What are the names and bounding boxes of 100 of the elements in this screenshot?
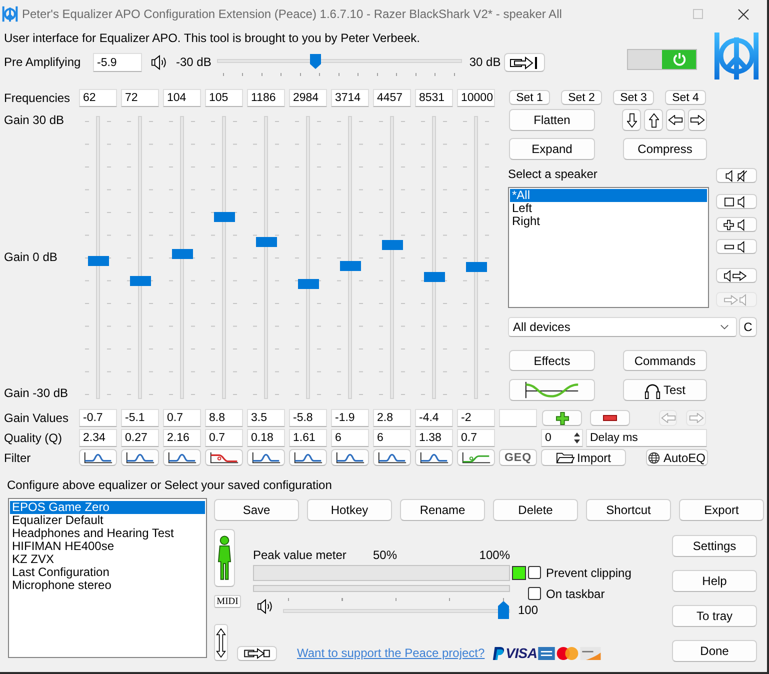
pre-amp-slider[interactable] bbox=[217, 53, 462, 77]
quality-field[interactable]: 2.34 bbox=[79, 429, 117, 447]
frequency-field[interactable]: 10000 bbox=[457, 89, 495, 107]
checkbox[interactable] bbox=[528, 566, 541, 579]
gain-field[interactable]: 0.7 bbox=[163, 409, 201, 427]
spin-arrows-icon[interactable] bbox=[573, 431, 581, 445]
up-down-arrow-button[interactable] bbox=[214, 624, 228, 661]
frequency-field[interactable]: 4457 bbox=[373, 89, 411, 107]
person-button[interactable] bbox=[214, 529, 235, 587]
slider-thumb[interactable] bbox=[172, 249, 193, 260]
filter-button[interactable] bbox=[247, 449, 285, 466]
midi-button[interactable]: MIDI bbox=[214, 595, 241, 608]
slider-thumb[interactable] bbox=[466, 262, 487, 272]
preset-button[interactable]: Set 3 bbox=[613, 90, 654, 105]
add-band-button[interactable] bbox=[542, 410, 582, 426]
speaker-item[interactable]: Left bbox=[510, 202, 707, 215]
slider-thumb[interactable] bbox=[298, 278, 319, 289]
filter-button[interactable] bbox=[415, 449, 453, 466]
speaker-item[interactable]: Right bbox=[510, 215, 707, 228]
gain-field[interactable]: -5.1 bbox=[121, 409, 159, 427]
quality-field[interactable]: 0.27 bbox=[121, 429, 159, 447]
device-button[interactable]: C bbox=[739, 317, 757, 337]
frequency-field[interactable]: 1186 bbox=[247, 89, 285, 107]
pre-amp-field[interactable]: -5.9 bbox=[93, 53, 142, 72]
preset-button[interactable]: Set 4 bbox=[665, 90, 706, 105]
configuration-item[interactable]: Headphones and Hearing Test bbox=[10, 527, 205, 540]
gain-field[interactable]: -5.8 bbox=[289, 409, 327, 427]
side-button[interactable]: Help bbox=[672, 570, 757, 592]
speaker-icon[interactable] bbox=[257, 598, 274, 615]
speaker-item[interactable]: *All bbox=[510, 189, 707, 202]
quality-field[interactable]: 2.16 bbox=[163, 429, 201, 447]
frequency-field[interactable]: 62 bbox=[79, 89, 117, 107]
quality-field[interactable]: 0.7 bbox=[205, 429, 243, 447]
quality-field[interactable]: 6 bbox=[331, 429, 369, 447]
speaker-tool-button[interactable] bbox=[716, 194, 757, 209]
delay-spinner[interactable]: 0 bbox=[541, 429, 583, 447]
configuration-item[interactable]: Equalizer Default bbox=[10, 514, 205, 527]
power-toggle[interactable] bbox=[627, 49, 697, 70]
gain-field[interactable]: -4.4 bbox=[415, 409, 453, 427]
effects-button[interactable]: Effects bbox=[509, 350, 595, 371]
shift-button[interactable] bbox=[666, 109, 685, 131]
frequency-field[interactable]: 8531 bbox=[415, 89, 453, 107]
configuration-item[interactable]: HIFIMAN HE400se bbox=[10, 540, 205, 553]
configuration-button[interactable]: Delete bbox=[493, 499, 578, 521]
configuration-button[interactable]: Save bbox=[214, 499, 299, 521]
geq-button[interactable]: GEQ bbox=[499, 449, 537, 466]
slider-thumb[interactable] bbox=[214, 212, 235, 222]
configuration-item[interactable]: Microphone stereo bbox=[10, 579, 205, 592]
configuration-button[interactable]: Export bbox=[679, 499, 764, 521]
filter-button[interactable] bbox=[121, 449, 159, 466]
support-link[interactable]: Want to support the Peace project? bbox=[297, 646, 485, 660]
configuration-item[interactable]: KZ ZVX bbox=[10, 553, 205, 566]
shift-button[interactable] bbox=[644, 109, 663, 131]
filter-button[interactable] bbox=[163, 449, 201, 466]
filter-button[interactable] bbox=[79, 449, 117, 466]
slider-thumb[interactable] bbox=[130, 276, 151, 286]
speaker-tool-button[interactable] bbox=[716, 168, 757, 183]
slider-thumb[interactable] bbox=[382, 240, 403, 250]
gain-field[interactable]: 2.8 bbox=[373, 409, 411, 427]
preset-button[interactable]: Set 2 bbox=[561, 90, 602, 105]
shift-button[interactable] bbox=[622, 109, 641, 131]
test-button[interactable]: Test bbox=[623, 379, 707, 401]
speaker-icon[interactable] bbox=[151, 54, 168, 71]
filter-button[interactable] bbox=[289, 449, 327, 466]
speaker-list[interactable]: *All Left Right bbox=[508, 187, 709, 308]
volume-slider[interactable] bbox=[283, 597, 510, 619]
arrow-bar-button[interactable] bbox=[504, 53, 545, 72]
speaker-tool-button[interactable] bbox=[716, 217, 757, 232]
quality-field[interactable]: 6 bbox=[373, 429, 411, 447]
quality-field[interactable]: 0.18 bbox=[247, 429, 285, 447]
delay-unit-field[interactable]: Delay ms bbox=[586, 429, 707, 447]
checkbox[interactable] bbox=[528, 587, 541, 600]
commands-button[interactable]: Commands bbox=[623, 350, 707, 371]
frequency-field[interactable]: 2984 bbox=[289, 89, 327, 107]
frequency-field[interactable]: 105 bbox=[205, 89, 243, 107]
quality-field[interactable]: 1.38 bbox=[415, 429, 453, 447]
device-dropdown[interactable]: All devices bbox=[508, 317, 737, 337]
shift-button[interactable] bbox=[688, 109, 707, 131]
filter-button[interactable] bbox=[373, 449, 411, 466]
compress-button[interactable]: Compress bbox=[623, 138, 707, 160]
preset-button[interactable]: Set 1 bbox=[509, 90, 550, 105]
quality-field[interactable]: 1.61 bbox=[289, 429, 327, 447]
expand-button[interactable]: Expand bbox=[509, 138, 595, 160]
filter-button[interactable] bbox=[457, 449, 495, 466]
frequency-field[interactable]: 104 bbox=[163, 89, 201, 107]
configuration-list[interactable]: EPOS Game Zero Equalizer Default Headphones and Hearing Test HIFIMAN HE400se KZ ZVX Last Configuration Microphone stereo bbox=[8, 498, 207, 658]
checkbox-label[interactable]: Prevent clipping bbox=[546, 566, 632, 580]
checkbox-label[interactable]: On taskbar bbox=[546, 586, 605, 600]
gain-field[interactable]: 3.5 bbox=[247, 409, 285, 427]
gain-field[interactable]: 8.8 bbox=[205, 409, 243, 427]
remove-band-button[interactable] bbox=[590, 410, 630, 426]
speaker-tool-button[interactable] bbox=[716, 239, 757, 254]
gain-field[interactable]: -0.7 bbox=[79, 409, 117, 427]
slider-thumb[interactable] bbox=[340, 261, 361, 272]
arrow-bar-button[interactable] bbox=[237, 646, 277, 661]
frequency-field[interactable]: 72 bbox=[121, 89, 159, 107]
configuration-button[interactable]: Rename bbox=[400, 499, 485, 521]
configuration-button[interactable]: Shortcut bbox=[586, 499, 671, 521]
speaker-tool-button[interactable] bbox=[716, 268, 757, 283]
side-button[interactable]: Settings bbox=[672, 535, 757, 557]
